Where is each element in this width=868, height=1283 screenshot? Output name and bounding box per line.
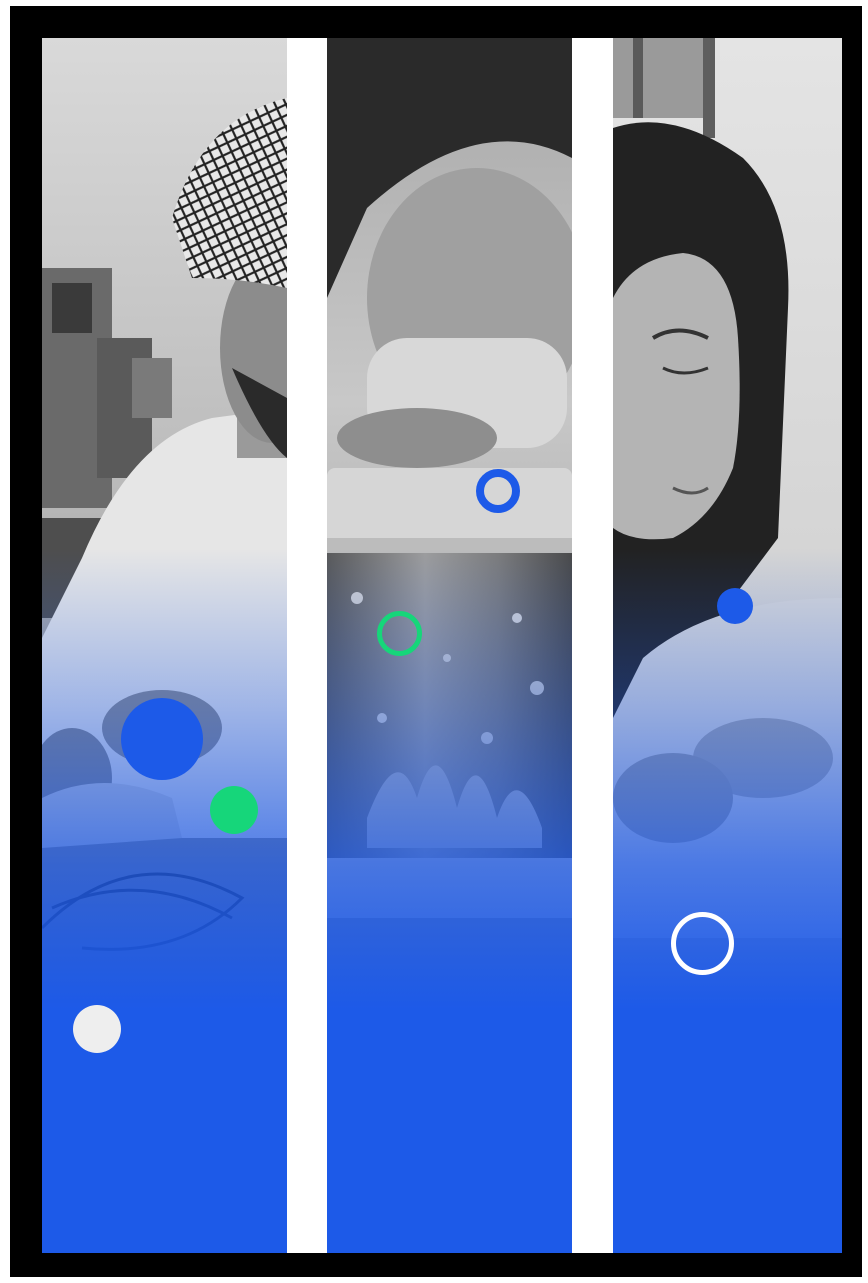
- light-filled-dot: [73, 1005, 121, 1053]
- blue-gradient-overlay: [327, 38, 572, 1253]
- blue-filled-dot-large: [121, 698, 203, 780]
- blue-gradient-overlay: [613, 38, 842, 1253]
- blue-ring: [476, 469, 520, 513]
- green-ring: [377, 611, 422, 656]
- green-filled-dot: [210, 786, 258, 834]
- photo-panel-right: [613, 38, 842, 1253]
- blue-gradient-overlay: [42, 38, 287, 1253]
- photo-panel-left: [42, 38, 287, 1253]
- blue-filled-dot-small: [717, 588, 753, 624]
- photo-panel-middle: [327, 38, 572, 1253]
- white-ring: [671, 912, 734, 975]
- white-divider: [572, 38, 613, 1253]
- white-divider: [287, 38, 327, 1253]
